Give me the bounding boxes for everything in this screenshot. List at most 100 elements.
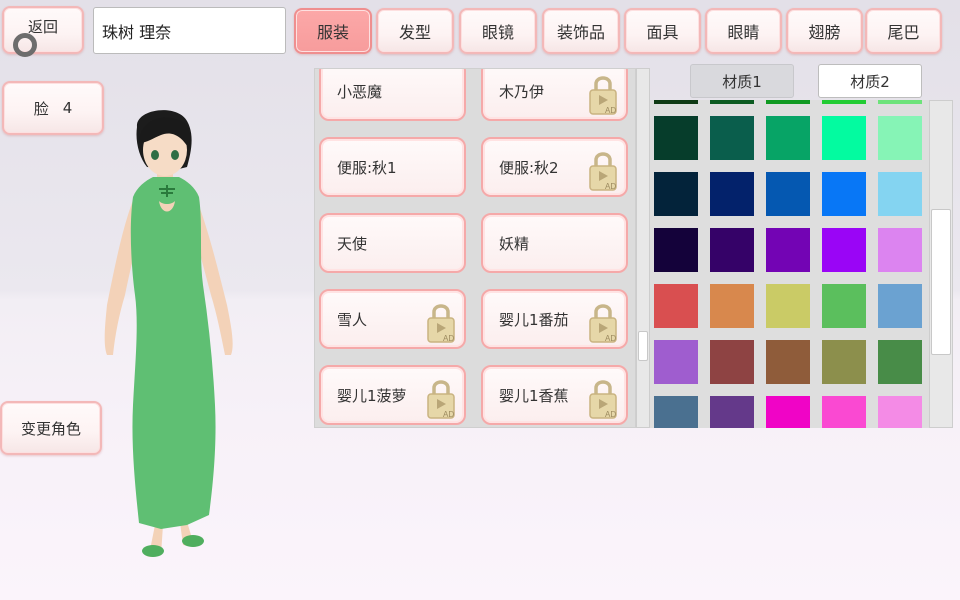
color-swatch[interactable] [710, 100, 754, 104]
face-value: 4 [62, 99, 73, 117]
color-swatch[interactable] [654, 284, 698, 328]
loading-spinner-icon [13, 33, 37, 57]
left-shoe [182, 535, 204, 547]
color-swatch[interactable] [878, 100, 922, 104]
color-swatch[interactable] [878, 172, 922, 216]
right-shoe [142, 545, 164, 557]
tab-label: 翅膀 [808, 23, 841, 42]
tab-3[interactable]: 装饰品 [542, 8, 620, 54]
clothing-item[interactable]: 婴儿1香蕉 AD [481, 365, 628, 425]
clothing-item[interactable]: 妖精 [481, 213, 628, 273]
ad-lock-icon: AD [589, 76, 617, 115]
color-swatch[interactable] [766, 340, 810, 384]
tab-4[interactable]: 面具 [624, 8, 701, 54]
character-figure[interactable] [95, 105, 250, 565]
material-tab-label: 材质1 [722, 72, 762, 91]
color-swatch[interactable] [822, 116, 866, 160]
color-swatch[interactable] [822, 228, 866, 272]
face-selector-button[interactable]: 脸 4 [2, 81, 104, 135]
color-swatch[interactable] [654, 340, 698, 384]
color-swatch[interactable] [878, 228, 922, 272]
change-character-button[interactable]: 变更角色 [0, 401, 102, 455]
color-swatch[interactable] [766, 228, 810, 272]
clothing-item[interactable]: 便服:秋2 AD [481, 137, 628, 197]
color-swatch[interactable] [766, 284, 810, 328]
clothing-item[interactable]: 便服:秋1 [319, 137, 466, 197]
color-swatch[interactable] [878, 340, 922, 384]
tab-label: 服装 [316, 23, 349, 42]
tab-2[interactable]: 眼镜 [459, 8, 537, 54]
color-swatch[interactable] [822, 100, 866, 104]
color-swatch[interactable] [710, 116, 754, 160]
material-tab-1[interactable]: 材质1 [690, 64, 794, 98]
left-eye [151, 150, 159, 160]
player-name-field[interactable]: 珠树 理奈 [93, 7, 286, 54]
clothing-item-label: 雪人 [337, 310, 368, 329]
color-swatch[interactable] [710, 284, 754, 328]
tab-label: 面具 [646, 23, 679, 42]
tab-6[interactable]: 翅膀 [786, 8, 863, 54]
clothing-item-label: 妖精 [499, 234, 530, 253]
tab-label: 发型 [398, 23, 431, 42]
face-label: 脸 [33, 99, 49, 118]
clothing-item[interactable]: 木乃伊 AD [481, 69, 628, 121]
ad-lock-icon: AD [589, 152, 617, 191]
color-swatch[interactable] [710, 228, 754, 272]
color-swatch[interactable] [710, 340, 754, 384]
clothing-item[interactable]: 天使 [319, 213, 466, 273]
color-swatch[interactable] [822, 172, 866, 216]
color-swatch[interactable] [710, 172, 754, 216]
clothing-item[interactable]: 雪人 AD [319, 289, 466, 349]
color-swatch[interactable] [766, 116, 810, 160]
material-tab-2[interactable]: 材质2 [818, 64, 922, 98]
color-swatch[interactable] [822, 340, 866, 384]
right-eye [171, 150, 179, 160]
change-character-label: 变更角色 [20, 419, 81, 438]
clothing-item-label: 便服:秋1 [337, 158, 397, 177]
tab-7[interactable]: 尾巴 [865, 8, 942, 54]
clothing-item[interactable]: 婴儿1番茄 AD [481, 289, 628, 349]
color-palette[interactable] [650, 100, 929, 428]
tab-label: 眼镜 [481, 23, 514, 42]
clothing-item-label: 天使 [337, 234, 368, 253]
tab-label: 尾巴 [887, 23, 920, 42]
clothing-item-label: 便服:秋2 [499, 158, 559, 177]
color-swatch[interactable] [710, 396, 754, 428]
color-swatch[interactable] [766, 100, 810, 104]
clothing-item-label: 婴儿1番茄 [499, 310, 569, 329]
tab-label: 装饰品 [556, 23, 605, 42]
clothing-item-label: 小恶魔 [337, 82, 383, 101]
palette-scrollbar-thumb[interactable] [931, 209, 951, 355]
player-name-text: 珠树 理奈 [102, 22, 172, 42]
color-swatch[interactable] [822, 396, 866, 428]
clothing-scrollbar[interactable] [636, 68, 650, 428]
color-swatch[interactable] [878, 116, 922, 160]
material-tab-label: 材质2 [850, 72, 890, 91]
back-button-label: 返回 [27, 17, 58, 36]
clothing-list-panel[interactable]: 小恶魔 木乃伊 AD 便服:秋1 便服:秋2 AD 天使 妖精 雪人 AD 婴儿1番茄 AD 婴儿1菠萝… [314, 68, 636, 428]
clothing-item[interactable]: 婴儿1菠萝 AD [319, 365, 466, 425]
tab-0[interactable]: 服装 [294, 8, 372, 54]
color-swatch[interactable] [878, 396, 922, 428]
color-swatch[interactable] [654, 396, 698, 428]
clothing-item[interactable]: 小恶魔 [319, 69, 466, 121]
clothing-item-label: 婴儿1菠萝 [337, 386, 407, 405]
clothing-scrollbar-thumb[interactable] [638, 331, 648, 361]
color-swatch[interactable] [654, 116, 698, 160]
ad-badge-text: AD [443, 410, 454, 419]
tab-1[interactable]: 发型 [376, 8, 454, 54]
palette-scrollbar[interactable] [929, 100, 953, 428]
color-swatch[interactable] [654, 172, 698, 216]
clothing-item-label: 木乃伊 [499, 82, 545, 101]
ad-lock-icon: AD [589, 304, 617, 343]
color-swatch[interactable] [654, 228, 698, 272]
ad-badge-text: AD [605, 182, 616, 191]
tab-5[interactable]: 眼睛 [705, 8, 782, 54]
color-swatch[interactable] [878, 284, 922, 328]
color-swatch[interactable] [766, 172, 810, 216]
color-swatch[interactable] [654, 100, 698, 104]
color-swatch[interactable] [822, 284, 866, 328]
clothing-item-label: 婴儿1香蕉 [499, 386, 569, 405]
ad-badge-text: AD [443, 334, 454, 343]
color-swatch[interactable] [766, 396, 810, 428]
